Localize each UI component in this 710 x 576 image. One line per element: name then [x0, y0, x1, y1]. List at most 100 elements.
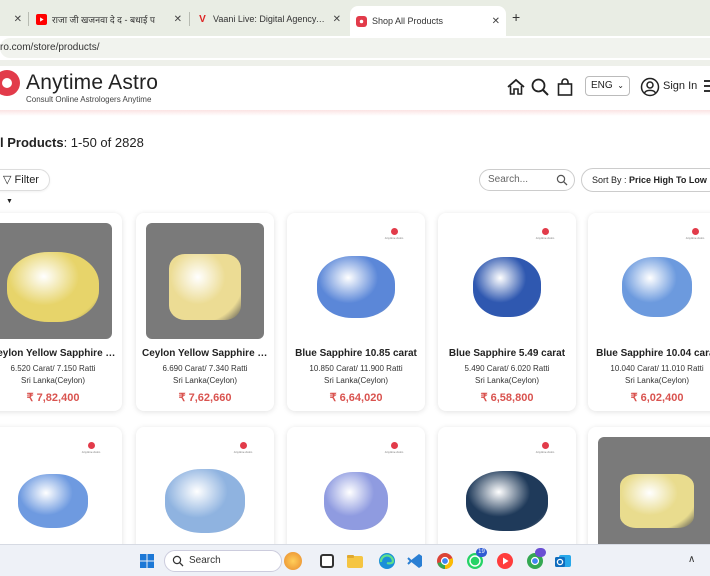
product-origin: Sri Lanka(Ceylon) [20, 376, 86, 385]
product-card[interactable]: Anytime Astro Blue Sapphire 5.49 carat 5.4… [438, 213, 576, 411]
tab-close-icon[interactable]: ✕ [8, 14, 22, 25]
home-icon[interactable] [506, 77, 526, 97]
product-card[interactable]: Ceylon Yellow Sapphire 6.69 carat 6.690 C… [136, 213, 274, 411]
show-hidden-icons-chevron-icon[interactable]: ∧ [688, 554, 695, 565]
url-field[interactable]: ro.com/store/products/ [0, 38, 710, 58]
hamburger-menu-icon[interactable] [704, 80, 710, 92]
browser-tab-strip: ✕ राजा जी खजनवा दे द - बधाई प ✕ V Vaani … [0, 0, 710, 36]
gemstone-icon [473, 257, 541, 317]
filter-button[interactable]: ▽ Filter ▼ [0, 169, 50, 205]
windows-start-icon[interactable] [140, 554, 154, 568]
product-image[interactable] [598, 437, 710, 553]
anytime-astro-watermark-icon: Anytime Astro [232, 442, 254, 454]
sign-in-link[interactable]: Sign In [663, 80, 697, 92]
task-view-icon[interactable] [320, 554, 334, 568]
anytime-astro-watermark-icon: Anytime Astro [383, 442, 405, 454]
gemstone-icon [169, 254, 241, 320]
browser-tab-2[interactable]: राजा जी खजनवा दे द - बधाई प ✕ [30, 6, 188, 32]
tab-close-icon[interactable]: ✕ [168, 14, 182, 25]
new-tab-button[interactable]: + [512, 9, 520, 25]
product-card[interactable]: Anytime Astro Blue Sapphire 10.04 carat 10… [588, 213, 710, 411]
caret-down-icon: ▼ [6, 198, 13, 205]
product-origin: Sri Lanka(Ceylon) [474, 376, 540, 385]
product-weight: 10.850 Carat/ 11.900 Ratti [309, 364, 403, 373]
product-card[interactable]: Anytime Astro Blue Sapphire 10.85 carat 10… [287, 213, 425, 411]
gemstone-icon [622, 257, 692, 317]
product-weight: 6.520 Carat/ 7.150 Ratti [10, 364, 96, 373]
gemstone-icon [165, 469, 245, 533]
address-bar-row: ro.com/store/products/ [0, 36, 710, 60]
product-image[interactable]: Anytime Astro [146, 437, 264, 553]
gemstone-icon [7, 252, 99, 322]
gemstone-icon [18, 474, 88, 528]
diya-widget-icon[interactable] [284, 552, 302, 570]
outlook-icon[interactable] [554, 552, 572, 570]
product-image[interactable] [0, 223, 112, 339]
anytime-astro-favicon-icon [356, 15, 367, 27]
anytime-astro-watermark-icon: Anytime Astro [383, 228, 405, 240]
anytime-astro-watermark-icon: Anytime Astro [534, 442, 556, 454]
product-image[interactable]: Anytime Astro [297, 223, 415, 339]
sort-select[interactable]: Sort By : Price High To Low [581, 168, 710, 192]
edge-browser-icon[interactable] [378, 552, 396, 570]
search-icon[interactable] [556, 174, 568, 186]
product-price: ₹ 6,64,020 [329, 392, 383, 404]
shopping-bag-icon[interactable] [555, 77, 575, 97]
chrome-icon[interactable] [436, 552, 454, 570]
gemstone-icon [324, 472, 388, 530]
chrome-profile-badge [535, 548, 546, 557]
product-image[interactable]: Anytime Astro [297, 437, 415, 553]
product-origin: Sri Lanka(Ceylon) [172, 376, 238, 385]
youtube-music-icon[interactable] [496, 552, 514, 570]
product-search-input[interactable]: Search... [479, 169, 575, 191]
product-image[interactable]: Anytime Astro [0, 437, 112, 553]
gemstone-icon [317, 256, 395, 318]
product-name[interactable]: Blue Sapphire 10.04 carat [594, 348, 710, 359]
browser-tab-3[interactable]: V Vaani Live: Digital Agency, Web ✕ [191, 6, 347, 32]
product-image[interactable] [146, 223, 264, 339]
product-origin: Sri Lanka(Ceylon) [323, 376, 389, 385]
youtube-favicon-icon [36, 13, 47, 25]
site-header: Anytime Astro Consult Online Astrologers… [0, 66, 710, 112]
filter-icon: ▽ [3, 174, 12, 186]
product-image[interactable]: Anytime Astro [598, 223, 710, 339]
product-image[interactable]: Anytime Astro [448, 437, 566, 553]
gemstone-icon [466, 471, 548, 531]
search-icon [172, 555, 184, 567]
tab-close-icon[interactable]: ✕ [327, 14, 341, 25]
product-price: ₹ 7,62,660 [178, 392, 232, 404]
anytime-astro-watermark-icon: Anytime Astro [534, 228, 556, 240]
language-select[interactable]: ENG ⌄ [585, 76, 630, 96]
product-origin: Sri Lanka(Ceylon) [624, 376, 690, 385]
chevron-down-icon: ⌄ [617, 81, 624, 90]
product-weight: 10.040 Carat/ 11.010 Ratti [610, 364, 704, 373]
whatsapp-unread-badge: 19 [476, 548, 487, 557]
products-heading: l Products: 1-50 of 2828 [0, 135, 144, 150]
product-card[interactable]: Ceylon Yellow Sapphire 6.52 carat 6.520 C… [0, 213, 122, 411]
windows-taskbar: Search 19 ∧ [0, 544, 710, 576]
vscode-icon[interactable] [406, 552, 424, 570]
product-price: ₹ 6,02,400 [630, 392, 684, 404]
file-explorer-icon[interactable] [346, 552, 364, 570]
gemstone-icon [620, 474, 694, 528]
product-price: ₹ 6,58,800 [480, 392, 534, 404]
product-name[interactable]: Ceylon Yellow Sapphire 6.52 carat [0, 348, 116, 359]
brand-tagline: Consult Online Astrologers Anytime [26, 95, 152, 104]
tab-close-icon[interactable]: ✕ [486, 16, 500, 27]
product-image[interactable]: Anytime Astro [448, 223, 566, 339]
product-name[interactable]: Ceylon Yellow Sapphire 6.69 carat [142, 348, 268, 359]
product-name[interactable]: Blue Sapphire 5.49 carat [444, 348, 570, 359]
taskbar-search-box[interactable]: Search [164, 550, 282, 572]
anytime-astro-watermark-icon: Anytime Astro [80, 442, 102, 454]
brand-name[interactable]: Anytime Astro [26, 71, 158, 95]
search-icon[interactable] [530, 77, 550, 97]
product-weight: 6.690 Carat/ 7.340 Ratti [162, 364, 248, 373]
browser-tab-active[interactable]: Shop All Products ✕ [350, 6, 506, 36]
browser-tab-1[interactable]: ✕ [0, 6, 28, 32]
anytime-astro-logo[interactable] [0, 70, 20, 96]
product-name[interactable]: Blue Sapphire 10.85 carat [293, 348, 419, 359]
vaani-favicon-icon: V [199, 13, 206, 25]
product-weight: 5.490 Carat/ 6.020 Ratti [464, 364, 550, 373]
anytime-astro-watermark-icon: Anytime Astro [684, 228, 706, 240]
user-icon[interactable] [640, 77, 660, 97]
